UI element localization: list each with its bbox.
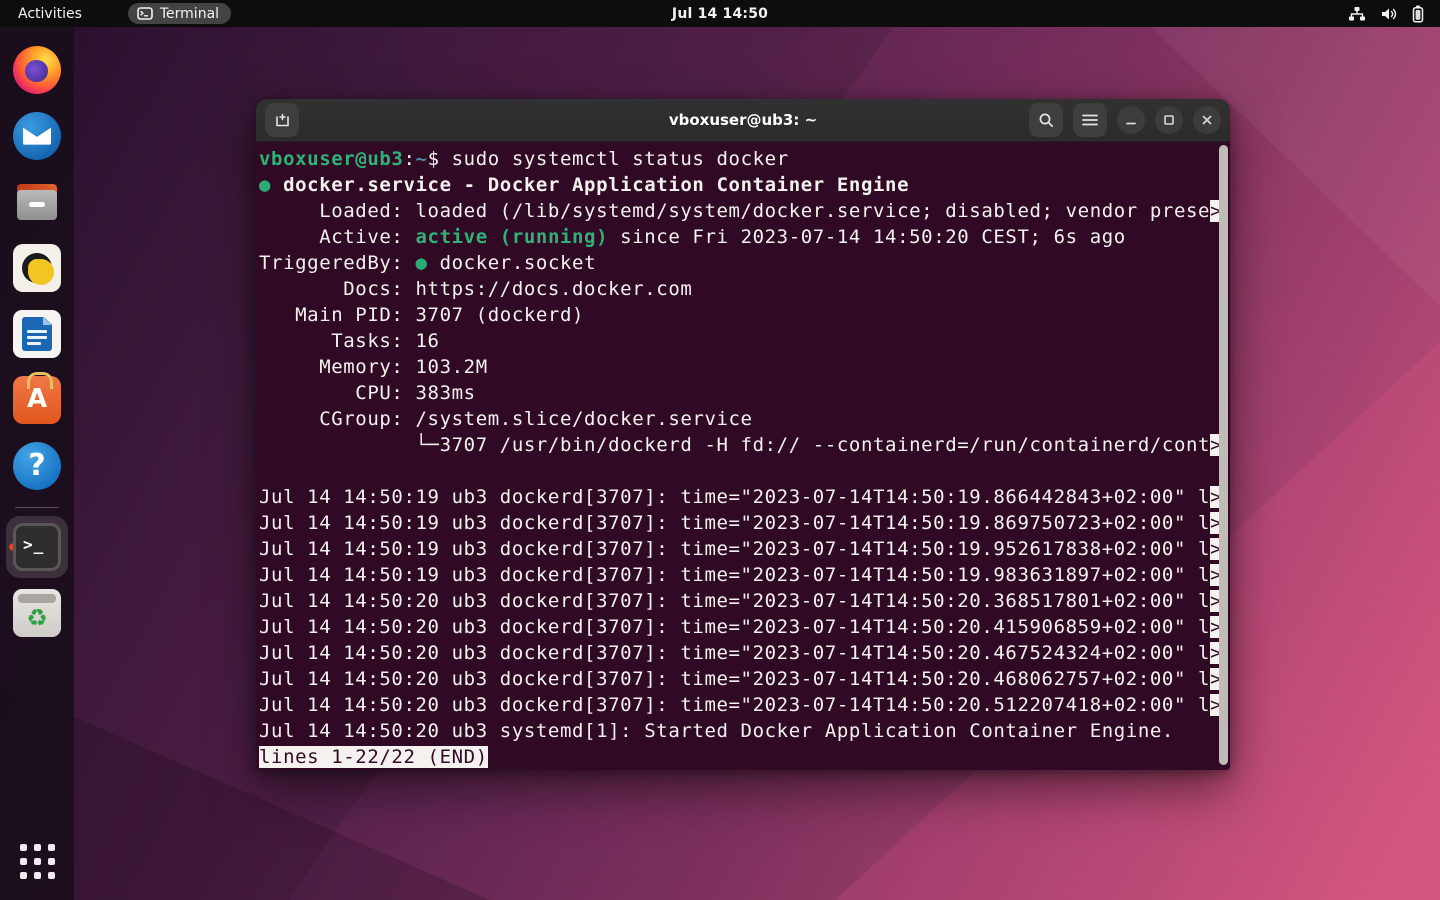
dock-item-thunderbird[interactable] bbox=[6, 105, 68, 167]
terminal-content[interactable]: vboxuser@ub3:~$ sudo systemctl status do… bbox=[256, 142, 1230, 770]
clock[interactable]: Jul 14 14:50 bbox=[672, 6, 768, 22]
libreoffice-writer-icon bbox=[13, 310, 61, 358]
terminal-line: Tasks: 16 bbox=[259, 328, 1216, 354]
thunderbird-icon bbox=[13, 112, 61, 160]
menu-button[interactable] bbox=[1073, 103, 1107, 137]
terminal-line: Jul 14 14:50:20 ub3 dockerd[3707]: time=… bbox=[259, 666, 1216, 692]
terminal-line: Main PID: 3707 (dockerd) bbox=[259, 302, 1216, 328]
activities-button[interactable]: Activities bbox=[0, 0, 100, 27]
terminal-line: TriggeredBy: ● docker.socket bbox=[259, 250, 1216, 276]
grid-icon bbox=[20, 844, 55, 879]
terminal-line: Memory: 103.2M bbox=[259, 354, 1216, 380]
dock-item-trash[interactable]: ♻ bbox=[6, 582, 68, 644]
terminal-line: Jul 14 14:50:20 ub3 systemd[1]: Started … bbox=[259, 718, 1216, 744]
terminal-line: Active: active (running) since Fri 2023-… bbox=[259, 224, 1216, 250]
firefox-icon bbox=[13, 46, 61, 94]
window-headerbar[interactable]: vboxuser@ub3: ~ bbox=[256, 99, 1230, 142]
dock-item-rhythmbox[interactable] bbox=[6, 237, 68, 299]
dock-item-help[interactable] bbox=[6, 435, 68, 497]
maximize-icon bbox=[1163, 114, 1175, 126]
minimize-icon bbox=[1125, 114, 1137, 126]
close-button[interactable] bbox=[1193, 106, 1221, 134]
terminal-line: Jul 14 14:50:19 ub3 dockerd[3707]: time=… bbox=[259, 536, 1216, 562]
terminal-scrollbar[interactable] bbox=[1219, 145, 1228, 765]
terminal-line: Jul 14 14:50:20 ub3 dockerd[3707]: time=… bbox=[259, 692, 1216, 718]
battery-icon bbox=[1412, 5, 1424, 23]
ubuntu-software-icon bbox=[13, 376, 61, 424]
maximize-button[interactable] bbox=[1155, 106, 1183, 134]
show-applications-button[interactable] bbox=[6, 830, 68, 892]
hamburger-menu-icon bbox=[1082, 114, 1098, 126]
terminal-line: ● docker.service - Docker Application Co… bbox=[259, 172, 1216, 198]
terminal-app-icon bbox=[13, 523, 61, 571]
minimize-button[interactable] bbox=[1117, 106, 1145, 134]
terminal-line: Docs: https://docs.docker.com bbox=[259, 276, 1216, 302]
dock-item-libreoffice-writer[interactable] bbox=[6, 303, 68, 365]
terminal-line: Loaded: loaded (/lib/systemd/system/dock… bbox=[259, 198, 1216, 224]
new-tab-icon bbox=[273, 112, 291, 128]
terminal-output: vboxuser@ub3:~$ sudo systemctl status do… bbox=[259, 146, 1216, 770]
terminal-line: lines 1-22/22 (END) bbox=[259, 744, 1216, 770]
dock-item-files[interactable] bbox=[6, 171, 68, 233]
dock-item-ubuntu-software[interactable] bbox=[6, 369, 68, 431]
terminal-line: CPU: 383ms bbox=[259, 380, 1216, 406]
top-bar: Activities Terminal Jul 14 14:50 bbox=[0, 0, 1440, 27]
terminal-line: Jul 14 14:50:20 ub3 dockerd[3707]: time=… bbox=[259, 640, 1216, 666]
trash-icon: ♻ bbox=[13, 589, 61, 637]
terminal-line: Jul 14 14:50:20 ub3 dockerd[3707]: time=… bbox=[259, 614, 1216, 640]
focused-app-menu[interactable]: Terminal bbox=[128, 3, 231, 24]
dock-item-firefox[interactable] bbox=[6, 39, 68, 101]
terminal-line: vboxuser@ub3:~$ sudo systemctl status do… bbox=[259, 146, 1216, 172]
dock-item-terminal[interactable] bbox=[6, 516, 68, 578]
close-icon bbox=[1201, 114, 1213, 126]
help-icon bbox=[13, 442, 61, 490]
terminal-line: Jul 14 14:50:19 ub3 dockerd[3707]: time=… bbox=[259, 510, 1216, 536]
rhythmbox-icon bbox=[13, 244, 61, 292]
focused-app-label: Terminal bbox=[160, 6, 219, 22]
terminal-line: Jul 14 14:50:20 ub3 dockerd[3707]: time=… bbox=[259, 588, 1216, 614]
search-icon bbox=[1038, 112, 1055, 129]
dock-separator bbox=[15, 507, 59, 508]
dock: ♻ bbox=[0, 27, 74, 900]
system-tray[interactable] bbox=[1342, 0, 1430, 27]
files-icon bbox=[13, 178, 61, 226]
terminal-window: vboxuser@ub3: ~ bbox=[256, 99, 1230, 770]
terminal-line bbox=[259, 458, 1216, 484]
terminal-line: CGroup: /system.slice/docker.service bbox=[259, 406, 1216, 432]
terminal-line: Jul 14 14:50:19 ub3 dockerd[3707]: time=… bbox=[259, 562, 1216, 588]
volume-icon bbox=[1380, 6, 1398, 22]
terminal-line: └─3707 /usr/bin/dockerd -H fd:// --conta… bbox=[259, 432, 1216, 458]
search-button[interactable] bbox=[1029, 103, 1063, 137]
new-tab-button[interactable] bbox=[265, 103, 299, 137]
network-wired-icon bbox=[1348, 6, 1366, 22]
terminal-icon bbox=[137, 7, 153, 20]
terminal-line: Jul 14 14:50:19 ub3 dockerd[3707]: time=… bbox=[259, 484, 1216, 510]
